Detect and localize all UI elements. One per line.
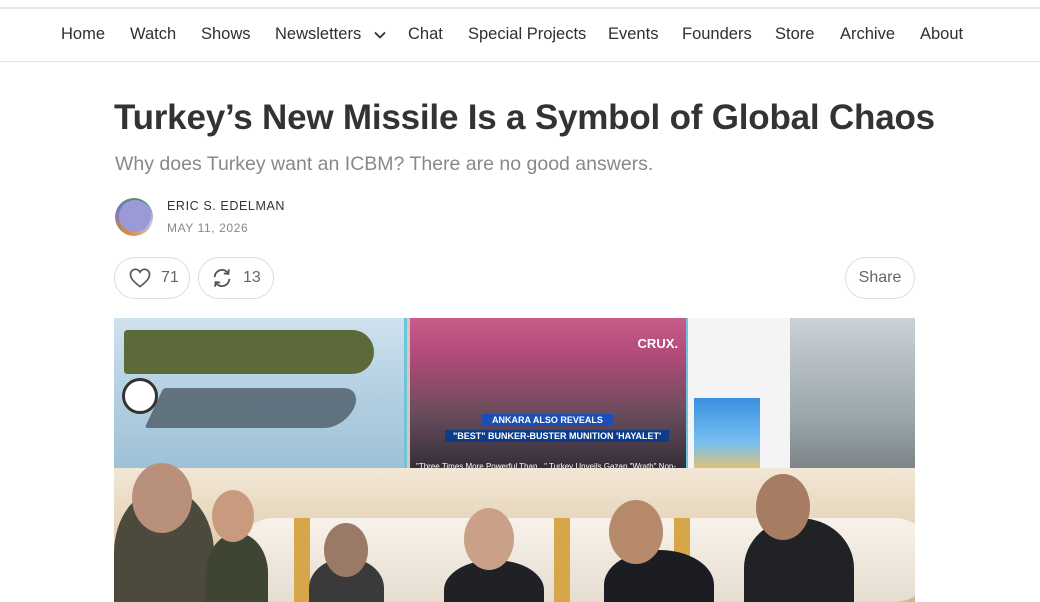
nav-founders[interactable]: Founders — [682, 25, 752, 44]
restack-count: 13 — [243, 269, 261, 286]
like-button[interactable]: 71 — [114, 257, 190, 299]
restack-icon — [213, 269, 231, 287]
article-subtitle: Why does Turkey want an ICBM? There are … — [115, 153, 654, 175]
restack-button[interactable]: 13 — [198, 257, 274, 299]
author-name[interactable]: ERIC S. EDELMAN — [167, 199, 285, 213]
author-avatar[interactable] — [115, 198, 153, 236]
nav-chat[interactable]: Chat — [408, 25, 443, 44]
screen-missile — [114, 318, 407, 468]
screen-brand: CRUX. — [637, 336, 678, 351]
person-head — [132, 463, 192, 533]
nav-archive[interactable]: Archive — [840, 25, 895, 44]
screen-webpage — [686, 318, 792, 478]
nav-newsletters[interactable]: Newsletters — [275, 25, 386, 44]
share-label: Share — [858, 269, 902, 286]
missile-ring — [294, 518, 310, 602]
screen-rubble — [790, 318, 915, 488]
screen-banner-1: ANKARA ALSO REVEALS — [482, 414, 613, 426]
nav-watch[interactable]: Watch — [130, 25, 176, 44]
nav-newsletters-label: Newsletters — [275, 25, 362, 43]
missile-ring — [554, 518, 570, 602]
person-head — [756, 474, 810, 540]
person-head — [464, 508, 514, 570]
share-button[interactable]: Share — [845, 257, 915, 299]
nav-events[interactable]: Events — [608, 25, 658, 44]
person-head — [212, 490, 254, 542]
heart-icon — [129, 268, 151, 288]
nav-special-projects[interactable]: Special Projects — [468, 25, 586, 44]
screen-banner-2: "BEST" BUNKER-BUSTER MUNITION 'HAYALET' — [445, 430, 670, 442]
publish-date: MAY 11, 2026 — [167, 221, 249, 235]
like-count: 71 — [161, 269, 179, 286]
person-head — [609, 500, 663, 564]
nav-about[interactable]: About — [920, 25, 963, 44]
nav-home[interactable]: Home — [61, 25, 105, 44]
nav-shows[interactable]: Shows — [201, 25, 251, 44]
top-nav: Home Watch Shows Newsletters Chat Specia… — [0, 9, 1040, 62]
gauge-icon — [122, 378, 158, 414]
nav-store[interactable]: Store — [775, 25, 814, 44]
screen-video: CRUX. ANKARA ALSO REVEALS "BEST" BUNKER-… — [410, 318, 690, 476]
article-title: Turkey’s New Missile Is a Symbol of Glob… — [114, 98, 935, 137]
person-head — [324, 523, 368, 577]
hero-image: CRUX. ANKARA ALSO REVEALS "BEST" BUNKER-… — [114, 318, 915, 602]
chevron-down-icon — [374, 31, 386, 39]
